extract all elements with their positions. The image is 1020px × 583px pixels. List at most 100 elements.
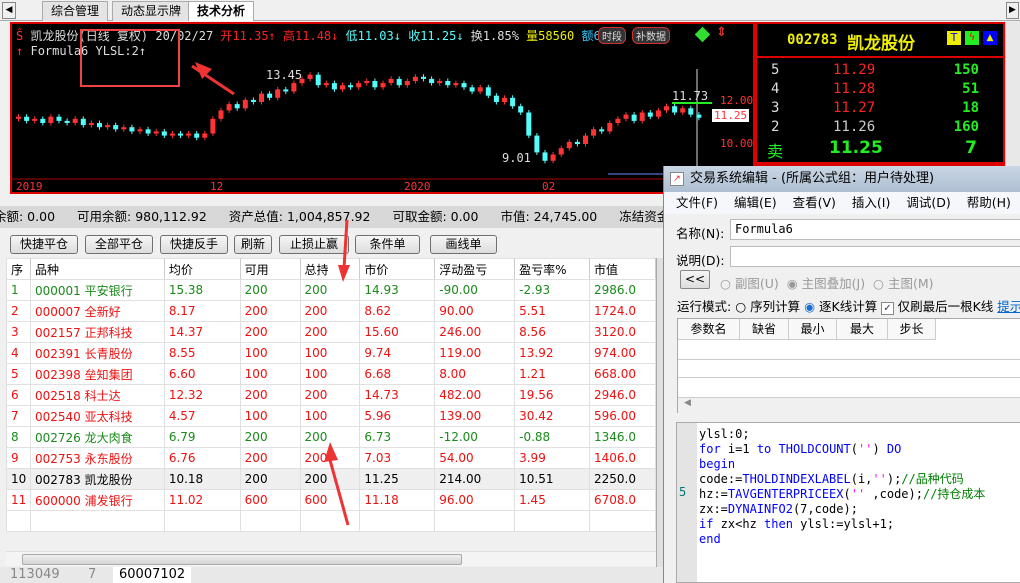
table-cell: 6.73 <box>359 426 436 448</box>
name-input[interactable]: Formula6 <box>730 219 1020 240</box>
kline-chart[interactable]: Ŝ 凯龙股份(日线 复权) 20/02/27 开11.35↑ 高11.48↓ 低… <box>10 22 755 194</box>
candle <box>655 110 661 117</box>
menu-file[interactable]: 文件(F) <box>676 195 718 210</box>
menu-help[interactable]: 帮助(H) <box>967 195 1011 210</box>
table-cell: 11.02 <box>163 489 241 511</box>
recent-annotation: 11.73 <box>672 89 709 103</box>
table-row[interactable]: 2 000007 全新好 8.17 200 200 8.62 90.00 5.51 1724.0 <box>6 300 656 322</box>
checkbox-label: 仅刷最后一根K线 <box>897 299 994 314</box>
column-header[interactable]: 序 <box>6 258 31 280</box>
description-input[interactable] <box>730 246 1020 267</box>
radio-series[interactable]: ○ 序列计算 <box>735 299 800 314</box>
param-header: 最小 <box>789 319 837 340</box>
table-cell: 482.00 <box>434 384 516 406</box>
menu-edit[interactable]: 编辑(E) <box>734 195 777 210</box>
radio-mainchart[interactable]: ○ 主图(M) <box>873 276 933 291</box>
table-cell: 15.38 <box>163 279 241 301</box>
radio-subchart[interactable]: ○ 副图(U) <box>720 276 779 291</box>
table-cell: 11.18 <box>359 489 436 511</box>
table-cell: 13.92 <box>514 342 590 364</box>
table-cell: 14.37 <box>163 321 241 343</box>
horizontal-scrollbar[interactable] <box>6 551 656 566</box>
column-header[interactable]: 市值 <box>589 258 656 280</box>
tab-technical-analysis[interactable]: 技术分析 <box>188 1 255 21</box>
table-cell: 2 <box>6 300 31 322</box>
collapse-button[interactable]: << <box>680 270 710 289</box>
table-row[interactable]: 3 002157 正邦科技 14.37 200 200 15.60 246.00 8.56 31… <box>6 321 656 343</box>
param-scrollbar[interactable]: ◀ <box>678 397 1020 413</box>
parameters-table[interactable]: 参数名 缺省 最小 最大 步长 ◀ <box>677 318 1020 413</box>
candle <box>615 118 621 123</box>
column-header[interactable]: 品种 <box>29 258 165 280</box>
table-cell: 100 <box>239 342 301 364</box>
column-header[interactable]: 均价 <box>163 258 241 280</box>
candle <box>453 83 459 86</box>
close-all-button[interactable]: 全部平仓 <box>85 235 153 254</box>
tab-general[interactable]: 综合管理 <box>42 1 109 21</box>
quote-name: 凯龙股份 <box>847 34 915 54</box>
conditional-order-button[interactable]: 条件单 <box>355 235 420 254</box>
withdrawable: 可取金额: 0.00 <box>392 209 479 224</box>
lightning-icon[interactable]: ϟ <box>965 31 979 45</box>
candle <box>169 133 175 136</box>
line-order-button[interactable]: 画线单 <box>430 235 497 254</box>
status-cell: 113049 <box>10 567 60 582</box>
table-row[interactable]: 6 002518 科士达 12.32 200 200 14.73 482.00 19.56 29… <box>6 384 656 406</box>
column-header[interactable]: 浮动盈亏 <box>434 258 516 280</box>
tab-scroll-right-button[interactable]: ▶ <box>1006 2 1019 19</box>
dialog-title-bar[interactable]: ↗ 交易系统编辑 - (所属公式组：用户待处理) <box>664 166 1020 192</box>
table-cell: 10.18 <box>163 468 241 490</box>
table-cell: 2946.0 <box>589 384 656 406</box>
line-number: 5 <box>679 485 687 499</box>
table-cell: 200 <box>239 384 301 406</box>
hint-link[interactable]: 提示 <box>997 299 1020 314</box>
quick-reverse-button[interactable]: 快捷反手 <box>160 235 228 254</box>
column-header[interactable]: 可用 <box>239 258 301 280</box>
candle <box>145 129 151 134</box>
candle <box>380 83 386 88</box>
menu-view[interactable]: 查看(V) <box>793 195 836 210</box>
annotation-arrow-3 <box>338 220 350 282</box>
vertical-scrollbar[interactable] <box>1005 22 1020 166</box>
quick-close-button[interactable]: 快捷平仓 <box>10 235 78 254</box>
menu-bar: 文件(F) 编辑(E) 查看(V) 插入(I) 调试(D) 帮助(H) <box>664 192 1020 214</box>
radio-kline[interactable]: ◉ 逐K线计算 <box>804 299 877 314</box>
divider <box>757 56 1003 58</box>
quote-level: 2 <box>771 119 780 135</box>
t-icon[interactable]: T <box>947 31 961 45</box>
table-cell: 002783 凯龙股份 <box>29 468 165 490</box>
candle <box>113 125 119 130</box>
status-cell-active[interactable]: 60007102 <box>113 567 192 583</box>
refresh-button[interactable]: 刷新 <box>234 235 272 254</box>
table-cell: 200 <box>239 300 301 322</box>
column-header[interactable]: 盈亏率% <box>514 258 590 280</box>
candle <box>210 118 216 134</box>
table-cell: 002518 科士达 <box>29 384 165 406</box>
tab-dynamic-board[interactable]: 动态显示牌 <box>112 1 191 21</box>
candle <box>396 78 402 86</box>
candle <box>153 131 159 134</box>
tab-scroll-left-button[interactable]: ◀ <box>2 2 16 19</box>
radio-overlay[interactable]: ◉ 主图叠加(J) <box>787 276 865 291</box>
table-row[interactable]: 5 002398 垒知集团 6.60 100 100 6.68 8.00 1.21 668.00 <box>6 363 656 385</box>
checkbox-last-kline[interactable]: ✓ 仅刷最后一根K线 <box>881 299 994 315</box>
candle <box>291 83 297 92</box>
stack-icon[interactable]: ▲ <box>983 31 997 45</box>
code-editor[interactable]: 5 ylsl:0; for i=1 to THOLDCOUNT('') DO b… <box>676 422 1020 583</box>
table-row[interactable]: 1 000001 平安银行 15.38 200 200 14.93 -90.00 -2.93 2… <box>6 279 656 301</box>
table-row[interactable]: 7 002540 亚太科技 4.57 100 100 5.96 139.00 30.42 596… <box>6 405 656 427</box>
table-cell: 002398 垒知集团 <box>29 363 165 385</box>
radio-label: 主图叠加(J) <box>801 276 866 291</box>
candle <box>639 112 645 121</box>
candle <box>32 118 38 121</box>
menu-insert[interactable]: 插入(I) <box>852 195 890 210</box>
candle <box>461 83 467 88</box>
table-row[interactable]: 4 002391 长青股份 8.55 100 100 9.74 119.00 13.92 974… <box>6 342 656 364</box>
candle <box>477 87 483 92</box>
menu-debug[interactable]: 调试(D) <box>906 195 950 210</box>
candle <box>24 116 30 121</box>
column-header[interactable]: 市价 <box>359 258 436 280</box>
candle <box>364 81 370 84</box>
scrollbar-thumb[interactable] <box>22 554 462 565</box>
table-cell: 11.25 <box>359 468 436 490</box>
